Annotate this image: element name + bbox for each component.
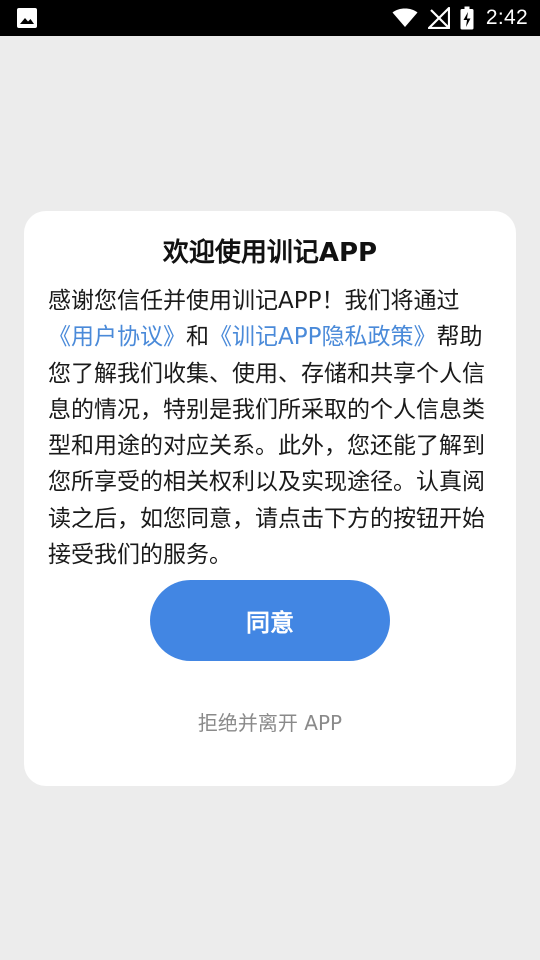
status-bar: 2:42 — [0, 0, 540, 36]
signal-off-icon — [427, 7, 450, 29]
agree-button[interactable]: 同意 — [150, 580, 390, 661]
privacy-dialog: 欢迎使用训记APP 感谢您信任并使用训记APP！我们将通过《用户协议》和《训记A… — [24, 211, 516, 786]
user-agreement-link[interactable]: 《用户协议》 — [48, 324, 186, 350]
status-time: 2:42 — [485, 6, 528, 29]
dialog-title: 欢迎使用训记APP — [162, 238, 378, 268]
reject-and-exit-button[interactable]: 拒绝并离开 APP — [24, 707, 516, 739]
body-text-intro: 感谢您信任并使用训记APP！我们将通过 — [48, 288, 460, 314]
battery-charging-icon — [460, 6, 474, 30]
dialog-body: 感谢您信任并使用训记APP！我们将通过《用户协议》和《训记APP隐私政策》帮助您… — [48, 283, 492, 573]
body-text-and: 和 — [186, 324, 209, 351]
image-notification-icon — [17, 8, 37, 28]
wifi-icon — [392, 8, 418, 27]
status-icons: 2:42 — [392, 0, 528, 36]
privacy-policy-link[interactable]: 《训记APP隐私政策》 — [209, 324, 436, 350]
body-text-details: 帮助您了解我们收集、使用、存储和共享个人信息的情况，特别是我们所采取的个人信息类… — [48, 324, 485, 569]
